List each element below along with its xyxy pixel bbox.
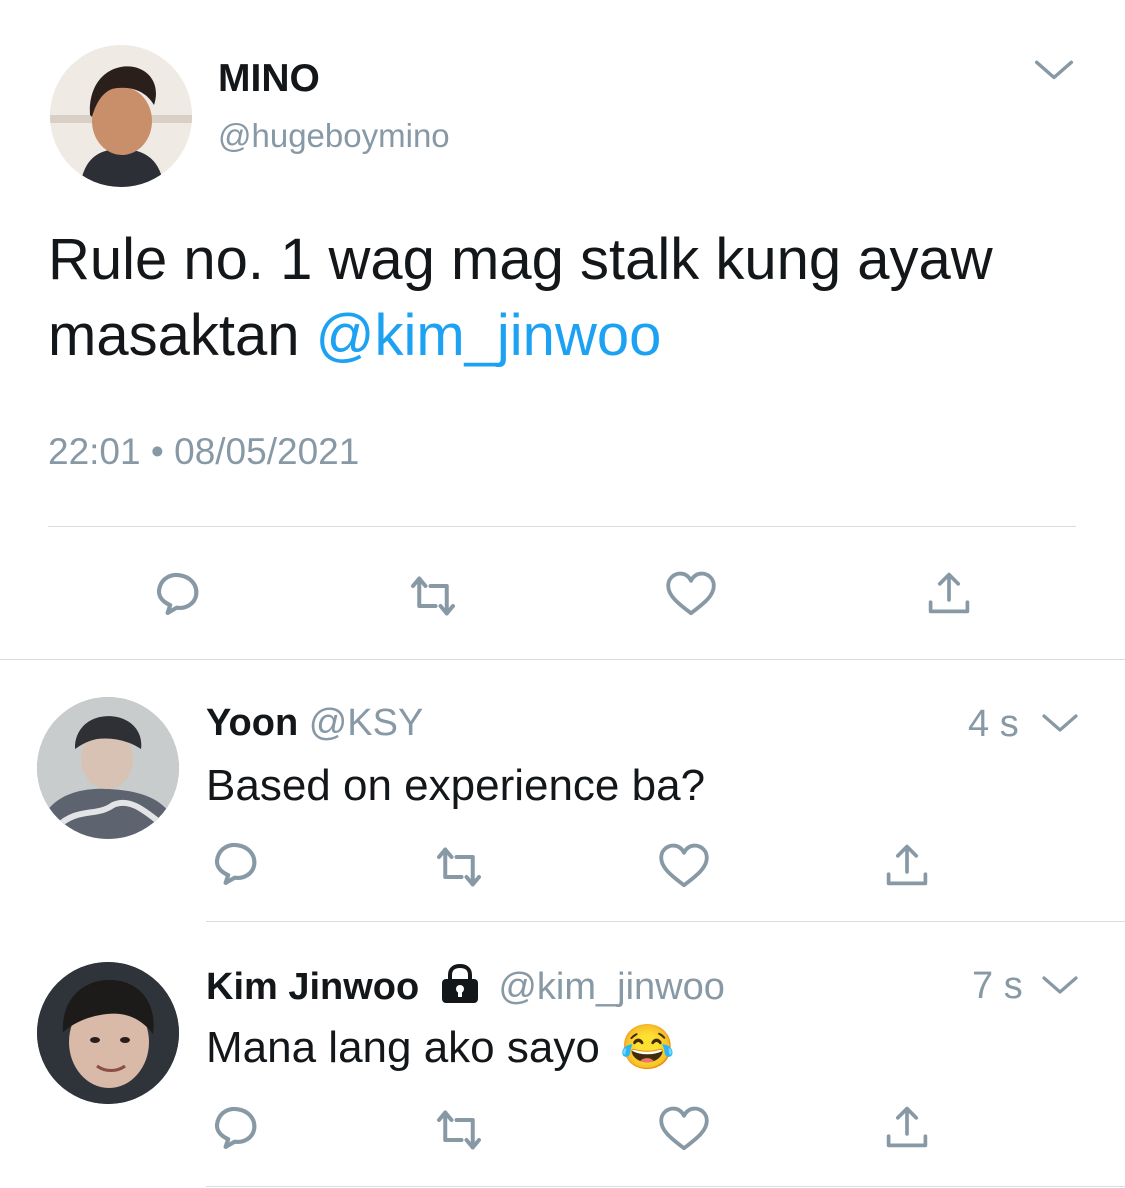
heart-icon[interactable] [664, 570, 718, 618]
share-icon[interactable] [884, 842, 930, 888]
divider [206, 1186, 1125, 1187]
reply-author-handle[interactable]: @kim_jinwoo [498, 966, 725, 1008]
avatar-kim-jinwoo[interactable] [37, 962, 179, 1104]
avatar-yoon[interactable] [37, 697, 179, 839]
author-name[interactable]: MINO [218, 56, 320, 102]
retweet-icon[interactable] [431, 1105, 487, 1155]
share-icon[interactable] [884, 1104, 930, 1150]
chevron-down-icon[interactable] [1040, 712, 1080, 736]
comment-icon[interactable] [152, 570, 204, 622]
comment-icon[interactable] [210, 1104, 262, 1156]
chevron-down-icon[interactable] [1030, 58, 1078, 84]
reply-text: Mana lang ako sayo [206, 1023, 600, 1072]
retweet-icon[interactable] [431, 842, 487, 892]
chevron-down-icon[interactable] [1040, 974, 1080, 998]
author-handle[interactable]: @hugeboymino [218, 116, 450, 156]
avatar-mino[interactable] [50, 45, 192, 187]
tweet-timestamp: 22:01 • 08/05/2021 [48, 430, 359, 474]
comment-icon[interactable] [210, 840, 262, 892]
share-icon[interactable] [926, 570, 972, 616]
mention-link[interactable]: @kim_jinwoo [316, 303, 662, 368]
divider [206, 921, 1125, 922]
divider [48, 526, 1076, 527]
reply-text-row: Mana lang ako sayo 😂 [206, 1022, 675, 1074]
reply-header: Yoon @KSY [206, 700, 423, 746]
tweet-date: 08/05/2021 [174, 431, 360, 472]
divider [0, 659, 1125, 660]
tweet-time: 22:01 [48, 431, 141, 472]
tears-of-joy-icon: 😂 [620, 1023, 675, 1072]
reply-text: Based on experience ba? [206, 761, 706, 810]
heart-icon[interactable] [657, 842, 711, 890]
reply-author-handle[interactable]: @KSY [309, 702, 424, 744]
reply-author-name[interactable]: Kim Jinwoo [206, 966, 419, 1008]
reply-time: 4 s [968, 703, 1019, 745]
timestamp-separator: • [150, 431, 164, 472]
lock-icon [438, 963, 482, 1003]
reply-time: 7 s [972, 965, 1023, 1007]
tweet-text: Rule no. 1 wag mag stalk kung ayaw masak… [48, 222, 1088, 374]
reply-header: Kim Jinwoo @kim_jinwoo [206, 963, 725, 1010]
retweet-icon[interactable] [405, 571, 461, 621]
heart-icon[interactable] [657, 1105, 711, 1153]
reply-author-name[interactable]: Yoon [206, 702, 298, 744]
